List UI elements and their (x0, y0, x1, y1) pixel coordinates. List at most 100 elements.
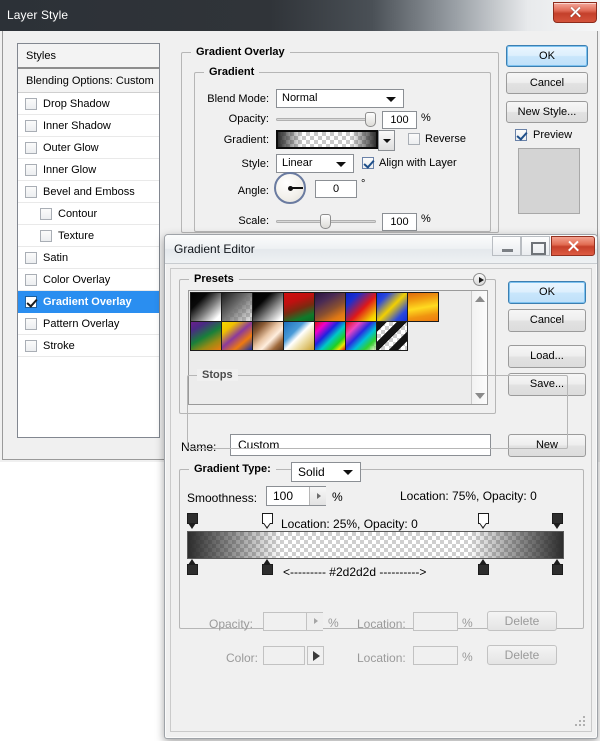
color-stop-0[interactable] (187, 559, 198, 575)
preset-swatch-foreground-to-transparent[interactable] (221, 292, 253, 322)
opacity-input[interactable]: 100 (382, 111, 417, 129)
sidebar-item-pattern-overlay[interactable]: Pattern Overlay (18, 313, 159, 335)
opacity-label: Opacity: (228, 113, 269, 125)
gradient-dropdown-button[interactable] (378, 130, 395, 151)
checkbox-reverse[interactable] (408, 133, 420, 145)
load-button[interactable]: Load... (508, 345, 586, 368)
stop-square (262, 564, 273, 575)
cancel-button[interactable]: Cancel (506, 72, 588, 94)
sidebar-item-color-overlay[interactable]: Color Overlay (18, 269, 159, 291)
opacity-slider-track[interactable] (276, 118, 376, 121)
sidebar-item-drop-shadow[interactable]: Drop Shadow (18, 93, 159, 115)
sidebar-item-gradient-overlay[interactable]: Gradient Overlay (18, 291, 159, 313)
gradient-bar[interactable] (187, 531, 564, 559)
stop-pointer (553, 523, 561, 529)
minimize-icon[interactable] (492, 236, 521, 256)
preview-checkbox-row[interactable]: Preview (515, 129, 572, 141)
sidebar-item-contour[interactable]: Contour (18, 203, 159, 225)
sidebar-item-inner-shadow[interactable]: Inner Shadow (18, 115, 159, 137)
preset-menu-icon[interactable] (473, 273, 486, 286)
preset-swatch-black-white[interactable] (190, 292, 222, 322)
color-stop-25[interactable] (262, 559, 273, 575)
styles-list-empty-area (18, 359, 159, 437)
close-icon[interactable] (553, 2, 597, 23)
reverse-checkbox-row[interactable]: Reverse (408, 133, 466, 145)
checkbox-contour[interactable] (40, 207, 52, 220)
preset-swatch-orange-yellow-orange[interactable] (407, 292, 439, 322)
checkbox-inner-glow[interactable] (25, 163, 37, 176)
sidebar-item-satin[interactable]: Satin (18, 247, 159, 269)
preset-swatch-black-white-2[interactable] (252, 292, 284, 322)
preset-swatch-yellow-violet-orange-blue[interactable] (221, 321, 253, 351)
sidebar-item-outer-glow[interactable]: Outer Glow (18, 137, 159, 159)
color-stop-75[interactable] (478, 559, 489, 575)
blend-mode-select[interactable]: Normal (276, 89, 404, 108)
stop-pointer-inner (264, 523, 270, 527)
stop-square (552, 564, 563, 575)
scale-slider-knob[interactable] (320, 214, 331, 229)
preset-swatch-violet-orange[interactable] (314, 292, 346, 322)
stops-color-location-input (413, 646, 458, 665)
preset-swatch-blue-red-yellow[interactable] (345, 292, 377, 322)
ge-cancel-button[interactable]: Cancel (508, 309, 586, 332)
scale-input[interactable]: 100 (382, 213, 417, 231)
checkbox-bevel-and-emboss[interactable] (25, 185, 37, 198)
color-stop-100[interactable] (552, 559, 563, 575)
sidebar-item-texture[interactable]: Texture (18, 225, 159, 247)
preset-swatch-red-green[interactable] (283, 292, 315, 322)
sidebar-item-blending-options[interactable]: Blending Options: Custom (18, 69, 159, 93)
resize-grip[interactable] (575, 716, 587, 728)
gradient-editor-titlebar[interactable]: Gradient Editor (165, 235, 597, 264)
opacity-slider-knob[interactable] (365, 112, 376, 127)
opacity-stop-100[interactable] (552, 513, 563, 529)
opacity-stop-0[interactable] (187, 513, 198, 529)
smoothness-spinner[interactable] (309, 487, 326, 505)
preset-swatch-violet-green-orange[interactable] (190, 321, 222, 351)
checkbox-preview[interactable] (515, 129, 527, 141)
ok-button[interactable]: OK (506, 45, 588, 67)
blend-mode-label: Blend Mode: (207, 93, 269, 105)
gradient-type-select[interactable]: Solid (291, 462, 361, 482)
style-value: Linear (282, 157, 313, 169)
smoothness-unit: % (332, 490, 343, 504)
gradient-preview-swatch[interactable] (276, 130, 378, 149)
checkbox-drop-shadow[interactable] (25, 97, 37, 110)
preset-swatch-transparent-stripes[interactable] (376, 321, 408, 351)
sidebar-item-stroke[interactable]: Stroke (18, 335, 159, 357)
checkbox-outer-glow[interactable] (25, 141, 37, 154)
sidebar-item-inner-glow[interactable]: Inner Glow (18, 159, 159, 181)
chevron-down-icon (336, 162, 346, 167)
angle-input[interactable]: 0 (315, 180, 357, 198)
checkbox-stroke[interactable] (25, 339, 37, 352)
preset-swatch-copper[interactable] (252, 321, 284, 351)
opacity-stop-25[interactable] (262, 513, 273, 529)
checkbox-texture[interactable] (40, 229, 52, 242)
preset-swatch-transparent-rainbow[interactable] (345, 321, 377, 351)
preset-swatch-chrome[interactable] (283, 321, 315, 351)
checkbox-satin[interactable] (25, 251, 37, 264)
ge-ok-button[interactable]: OK (508, 281, 586, 304)
preset-swatch-spectrum[interactable] (314, 321, 346, 351)
preset-swatch-blue-yellow-blue[interactable] (376, 292, 408, 322)
scroll-up-arrow-icon[interactable] (475, 296, 485, 302)
color-picker-arrow-icon (307, 646, 324, 665)
maximize-icon[interactable] (521, 236, 550, 256)
close-icon[interactable] (551, 236, 595, 256)
style-label: Pattern Overlay (43, 317, 120, 330)
opacity-stop-75[interactable] (478, 513, 489, 529)
new-style-button[interactable]: New Style... (506, 101, 588, 123)
checkbox-gradient-overlay[interactable] (25, 295, 37, 308)
style-select[interactable]: Linear (276, 154, 354, 173)
stops-group: Stops (187, 369, 568, 449)
stops-opacity-spinner (306, 613, 323, 630)
checkbox-align-with-layer[interactable] (362, 157, 374, 169)
align-with-layer-row[interactable]: Align with Layer (362, 157, 457, 169)
stops-opacity-unit: % (328, 616, 339, 630)
layer-style-titlebar[interactable]: Layer Style (0, 0, 600, 31)
checkbox-inner-shadow[interactable] (25, 119, 37, 132)
checkbox-color-overlay[interactable] (25, 273, 37, 286)
gradient-group-title: Gradient (204, 66, 260, 78)
sidebar-item-bevel-and-emboss[interactable]: Bevel and Emboss (18, 181, 159, 203)
angle-dial[interactable] (274, 172, 306, 204)
checkbox-pattern-overlay[interactable] (25, 317, 37, 330)
